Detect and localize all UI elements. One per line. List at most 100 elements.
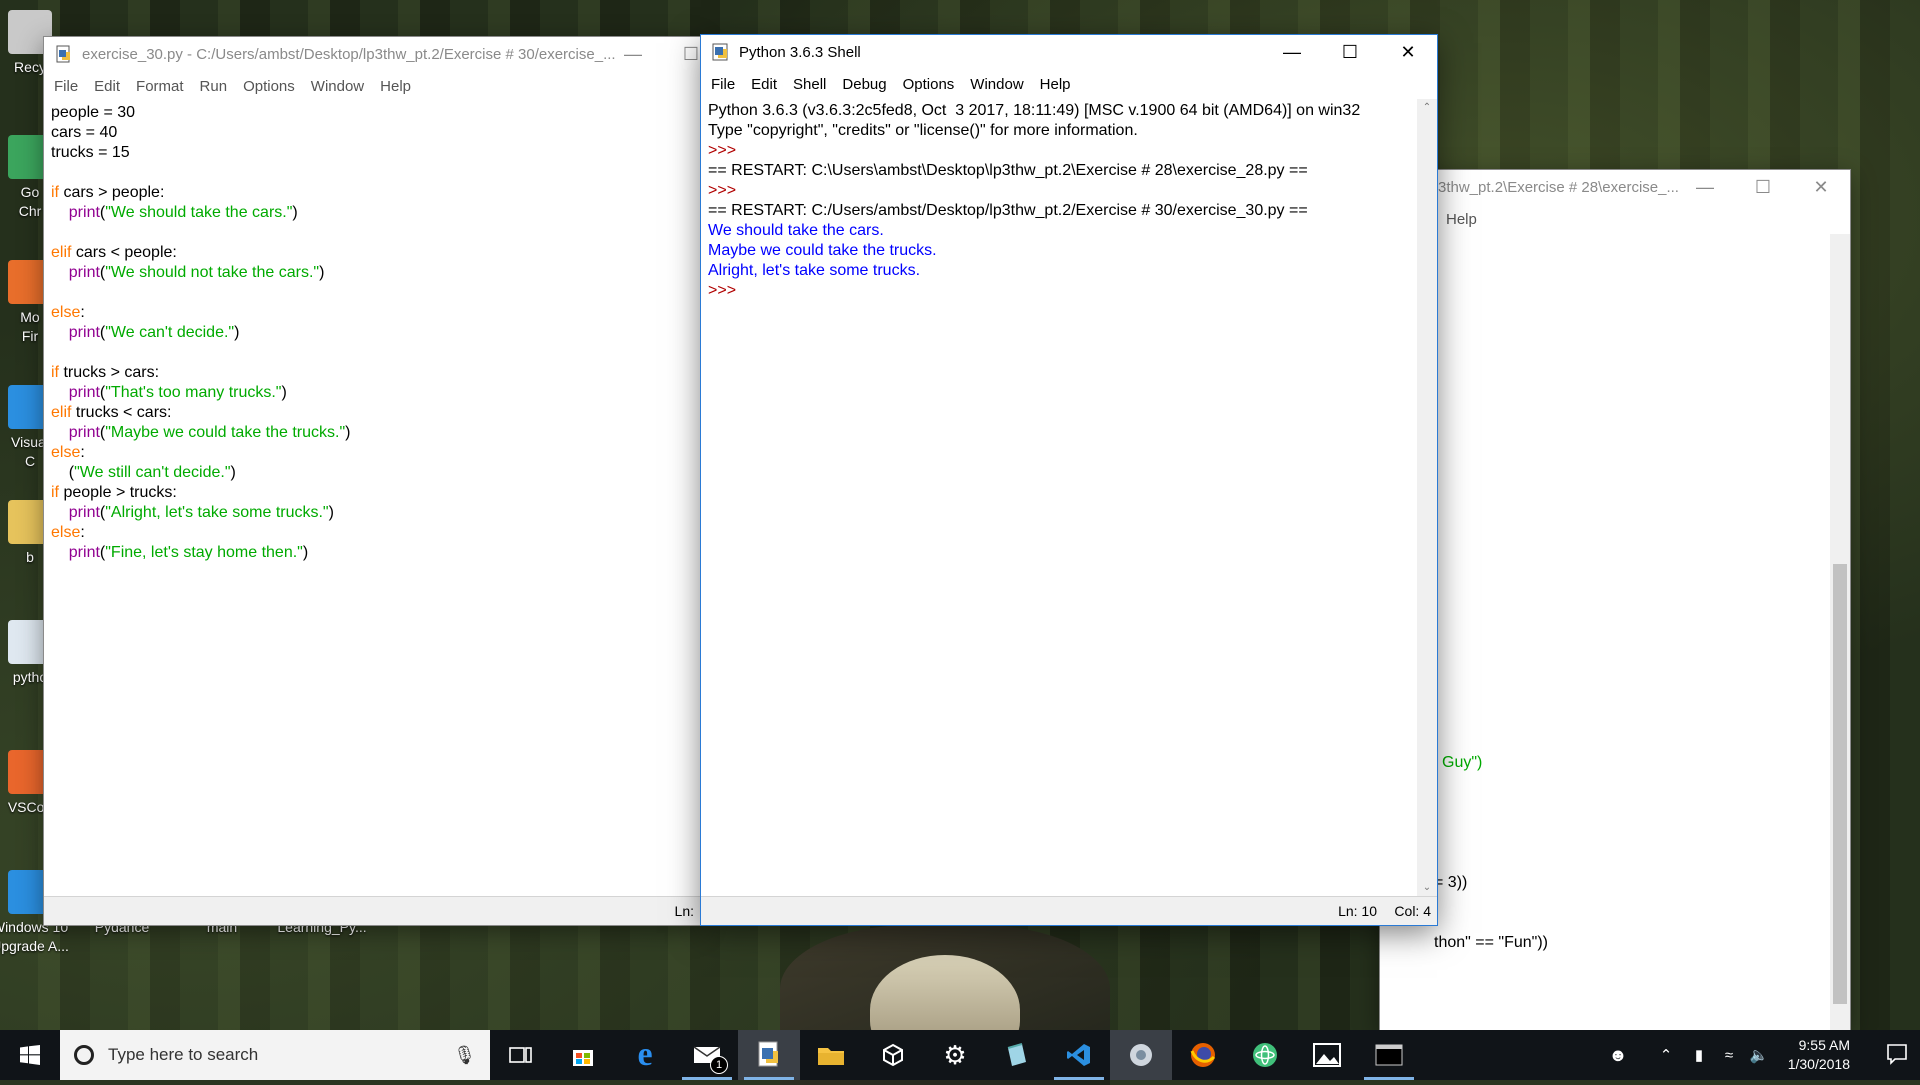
start-button[interactable]	[0, 1030, 60, 1080]
volume-muted-icon[interactable]: 🔈	[1744, 1046, 1774, 1064]
editor-menu-edit[interactable]: Edit	[86, 78, 128, 95]
shell-menu-window[interactable]: Window	[962, 76, 1031, 93]
code-line: print("Fine, let's stay home then.")	[51, 543, 693, 563]
shell-line: Type "copyright", "credits" or "license(…	[708, 121, 1410, 141]
atom-app-button[interactable]	[1234, 1030, 1296, 1080]
settings-app-button[interactable]: ⚙	[924, 1030, 986, 1080]
minimize-button[interactable]: —	[604, 37, 662, 71]
folder-icon	[818, 1048, 844, 1065]
notepad-app-button[interactable]	[986, 1030, 1048, 1080]
code-token: cars > people:	[59, 184, 165, 201]
shell-menu-help[interactable]: Help	[1032, 76, 1079, 93]
search-box[interactable]: Type here to search 🎙	[60, 1030, 490, 1080]
shell-menu-debug[interactable]: Debug	[834, 76, 894, 93]
notifications-icon	[1887, 1044, 1907, 1065]
scroll-up-arrow[interactable]: ⌃	[1421, 103, 1433, 113]
terminal-icon	[1375, 1044, 1403, 1066]
file-explorer-app-button[interactable]	[800, 1030, 862, 1080]
edge-app-button[interactable]: e	[614, 1030, 676, 1080]
code-token: print	[68, 504, 100, 521]
editor-titlebar[interactable]: exercise_30.py - C:/Users/ambst/Desktop/…	[44, 37, 700, 71]
terminal-app-button[interactable]	[1358, 1030, 1420, 1080]
task-view-button[interactable]	[490, 1030, 552, 1080]
shell-menu-options[interactable]: Options	[895, 76, 963, 93]
code-token: >>>	[708, 182, 741, 199]
wifi-icon[interactable]: ≈	[1714, 1047, 1744, 1064]
editor-menu-options[interactable]: Options	[235, 78, 303, 95]
vscode-app-button[interactable]	[1048, 1030, 1110, 1080]
code-editor[interactable]: people = 30 cars = 40 trucks = 15 if cars >…	[44, 101, 700, 897]
maximize-button[interactable]: ☐	[1321, 35, 1379, 69]
code-token: else	[51, 444, 81, 461]
code-line: if trucks > cars:	[51, 363, 693, 383]
python-shell-icon	[711, 42, 731, 62]
close-button[interactable]: ✕	[1792, 170, 1850, 204]
editor-menu-help[interactable]: Help	[372, 78, 419, 95]
editor-menu-format[interactable]: Format	[128, 78, 192, 95]
background-window-title: 3thw_pt.2\Exercise # 28\exercise_...	[1438, 178, 1679, 196]
shell-titlebar[interactable]: Python 3.6.3 Shell — ☐ ✕	[701, 35, 1437, 69]
code-token: :	[80, 444, 85, 461]
shell-scrollbar[interactable]: ⌃ ⌄	[1417, 99, 1437, 897]
action-center-button[interactable]	[1886, 1043, 1910, 1065]
battery-icon[interactable]: ▮	[1684, 1046, 1714, 1064]
python-idle-app-button[interactable]	[738, 1030, 800, 1080]
scrollbar-thumb[interactable]	[1833, 564, 1847, 1004]
shell-menu-file[interactable]: File	[703, 76, 743, 93]
code-token: )	[234, 324, 240, 341]
editor-statusbar: Ln:	[44, 896, 700, 925]
background-editor-area[interactable]: l Guy") = 3)) thon" == "Fun"))	[1380, 234, 1830, 1030]
code-line: cars = 40	[51, 123, 693, 143]
shell-statusbar: Ln: 10 Col: 4	[701, 896, 1437, 925]
close-button[interactable]: ✕	[1379, 35, 1437, 69]
minimize-button[interactable]: —	[1676, 170, 1734, 204]
mail-app-button[interactable]: 1	[676, 1030, 738, 1080]
scroll-down-arrow[interactable]: ⌄	[1421, 883, 1433, 893]
clock[interactable]: 9:55 AM 1/30/2018	[1788, 1036, 1850, 1074]
photos-app-button[interactable]	[1296, 1030, 1358, 1080]
background-window-titlebar[interactable]: 3thw_pt.2\Exercise # 28\exercise_... — ☐…	[1380, 170, 1850, 204]
editor-menu-file[interactable]: File	[46, 78, 86, 95]
shell-window[interactable]: Python 3.6.3 Shell — ☐ ✕ File Edit Shell De…	[701, 35, 1437, 925]
store-app-button[interactable]	[552, 1030, 614, 1080]
mail-badge: 1	[710, 1056, 728, 1074]
clock-date: 1/30/2018	[1787, 1056, 1850, 1072]
code-token: :	[80, 304, 85, 321]
code-token: )	[292, 204, 298, 221]
people-icon[interactable]: ☻	[1600, 1045, 1636, 1066]
shell-line: Alright, let's take some trucks.	[708, 261, 1410, 281]
code-token: We should take the cars.	[708, 222, 884, 239]
firefox-app-button[interactable]	[1172, 1030, 1234, 1080]
shell-line: >>>	[708, 141, 1410, 161]
code-token: trucks < cars:	[71, 404, 172, 421]
shell-menu-shell[interactable]: Shell	[785, 76, 834, 93]
shell-line: >>>	[708, 281, 1410, 301]
editor-window[interactable]: exercise_30.py - C:/Users/ambst/Desktop/…	[44, 37, 700, 925]
code-token: )	[302, 544, 309, 561]
unity-app-button[interactable]	[862, 1030, 924, 1080]
show-hidden-icons-chevron-up-icon[interactable]: ⌃	[1648, 1046, 1684, 1064]
shell-output[interactable]: Python 3.6.3 (v3.6.3:2c5fed8, Oct 3 2017…	[701, 99, 1417, 897]
minimize-button[interactable]: —	[1263, 35, 1321, 69]
code-token: Python 3.6.3 (v3.6.3:2c5fed8, Oct 3 2017…	[708, 102, 1361, 119]
background-window-scrollbar[interactable]	[1830, 234, 1850, 1030]
code-line: print("Alright, let's take some trucks."…	[51, 503, 693, 523]
unknown-app-button[interactable]	[1110, 1030, 1172, 1080]
microphone-icon[interactable]: 🎙	[453, 1045, 476, 1066]
maximize-button[interactable]: ☐	[1734, 170, 1792, 204]
code-line: if cars > people:	[51, 183, 693, 203]
background-editor-window[interactable]: 3thw_pt.2\Exercise # 28\exercise_... — ☐…	[1380, 170, 1850, 1030]
menu-help[interactable]: Help	[1438, 211, 1485, 228]
code-token: print	[68, 544, 100, 561]
code-token: >>>	[708, 142, 741, 159]
code-fragment: l Guy")	[1434, 754, 1483, 771]
code-line: print("We can't decide.")	[51, 323, 693, 343]
code-token: print	[68, 204, 100, 221]
editor-menu-window[interactable]: Window	[303, 78, 372, 95]
taskbar: Type here to search 🎙 e 1 ⚙ ☻ ⌃ ▮ ≈ 🔈 9:…	[0, 1030, 1920, 1080]
shell-menu-edit[interactable]: Edit	[743, 76, 785, 93]
editor-menu-run[interactable]: Run	[192, 78, 236, 95]
